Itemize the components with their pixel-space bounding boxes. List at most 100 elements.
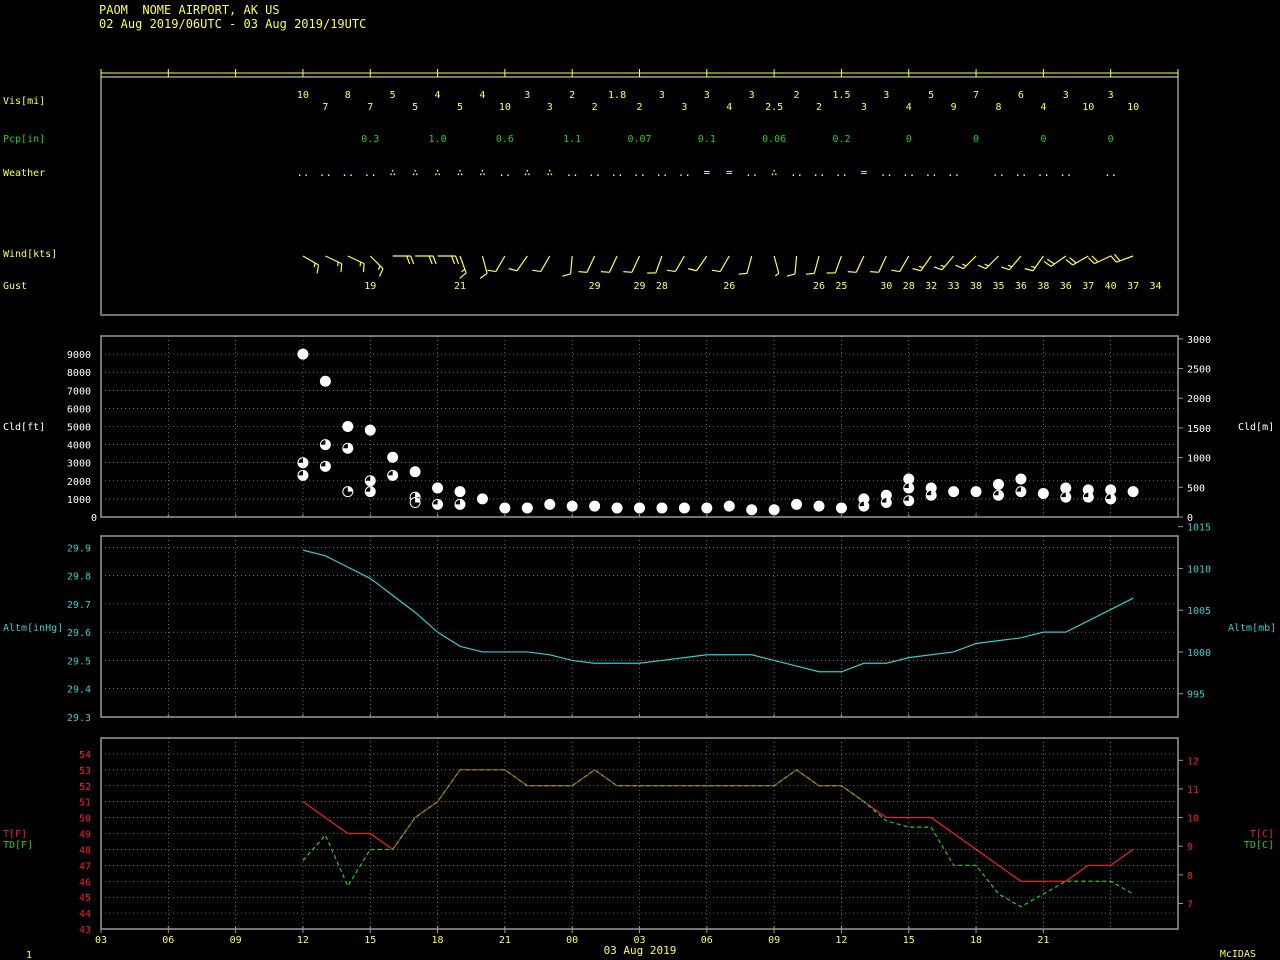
temperature-ytick-f: 52 <box>79 782 91 793</box>
vis-value: 3 <box>681 102 687 113</box>
cloud-layer-marker <box>1105 484 1117 496</box>
wind-barb-shaft <box>878 255 887 273</box>
wind-barb-flag <box>406 255 411 265</box>
altimeter-ytick-inhg: 29.6 <box>67 628 91 639</box>
temperature-ytick-f: 53 <box>79 766 91 777</box>
weather-symbol: .. <box>880 166 893 179</box>
weather-symbol: .. <box>1059 166 1072 179</box>
cloud-fill-scattered <box>415 492 421 498</box>
pcp-value: 0.2 <box>832 134 850 145</box>
vis-value: 7 <box>367 102 373 113</box>
wind-barb-shaft <box>719 255 730 272</box>
wind-barb <box>369 255 384 277</box>
vis-value: 4 <box>435 90 441 101</box>
wind-barb <box>325 255 343 273</box>
temperature-ytick-f: 50 <box>79 814 91 825</box>
gust-value: 30 <box>880 281 892 292</box>
pcp-value: 0.3 <box>361 134 379 145</box>
vis-value: 10 <box>1127 102 1139 113</box>
wind-barb-shaft <box>813 255 820 274</box>
temperature-ytick-f: 46 <box>79 877 91 888</box>
wind-barb-shaft <box>325 255 342 265</box>
weather-symbol: .. <box>902 166 915 179</box>
altimeter-ylabel-right: Altm[mb] <box>1228 623 1276 634</box>
wind-barb-shaft <box>920 255 932 272</box>
cloud-layer-marker <box>387 451 399 463</box>
pcp-value: 0.1 <box>698 134 716 145</box>
time-axis-label: 15 <box>903 935 915 946</box>
weather-symbol: .. <box>790 166 803 179</box>
cloud-ytick-m: 500 <box>1187 483 1205 494</box>
time-axis-label: 18 <box>432 935 444 946</box>
wind-barb-shaft <box>540 255 551 272</box>
vis-value: 2 <box>816 102 822 113</box>
wind-barb-flag <box>847 271 857 273</box>
vis-value: 2 <box>592 102 598 113</box>
temperature-ylabel: T[F] <box>3 829 27 840</box>
wind-barb-flag <box>432 255 437 265</box>
wind-barb-shaft <box>834 255 843 274</box>
wind-barb-shaft <box>1008 255 1022 271</box>
wind-barb-flag <box>487 269 496 273</box>
altimeter-ytick-inhg: 29.4 <box>67 685 91 696</box>
vis-value: 4 <box>726 102 732 113</box>
wind-barb <box>870 255 887 273</box>
temperature-ytick-f: 49 <box>79 830 91 841</box>
pcp-value: 0 <box>1108 134 1114 145</box>
cloud-ytick-ft: 9000 <box>67 350 91 361</box>
wind-barb-shaft <box>1094 255 1111 265</box>
weather-symbol: ∴ <box>412 166 419 179</box>
gust-row-label: Gust <box>3 281 27 292</box>
cloud-layer-marker <box>1037 487 1049 499</box>
weather-symbol: .. <box>678 166 691 179</box>
cloud-layer-marker <box>1015 473 1027 485</box>
wind-barb-shaft <box>570 255 573 274</box>
vis-value: 2 <box>636 102 642 113</box>
wind-barb-shaft <box>1032 255 1044 272</box>
wind-barb-flag <box>623 271 632 273</box>
temperature-ytick-f: 47 <box>79 861 91 872</box>
cloud-ylabel: Cld[ft] <box>3 422 45 433</box>
temperature-ytick-f: 45 <box>79 893 91 904</box>
wind-barb <box>459 255 467 279</box>
weather-symbol: .. <box>745 166 758 179</box>
vis-value: 10 <box>1082 102 1094 113</box>
vis-value: 2.5 <box>765 102 783 113</box>
vis-value: 4 <box>1040 102 1046 113</box>
weather-symbol: .. <box>296 166 309 179</box>
vis-value: 1.5 <box>832 90 850 101</box>
wind-barb-shaft <box>516 255 528 272</box>
time-axis-label: 09 <box>768 935 780 946</box>
cloud-layer-marker <box>566 500 578 512</box>
vis-value: 2 <box>569 90 575 101</box>
cloud-layer-marker <box>835 502 847 514</box>
dewpoint-ylabel-right: TD[C] <box>1244 840 1274 851</box>
temperature-ytick-f: 43 <box>79 925 91 936</box>
wind-barb <box>479 255 488 279</box>
gust-value: 38 <box>970 281 982 292</box>
wind-barb <box>302 255 320 274</box>
footer-frame-number: 1 <box>26 950 32 960</box>
wind-barb-flag <box>578 271 588 273</box>
wind-barb <box>487 255 506 273</box>
weather-symbol: .. <box>1104 166 1117 179</box>
altimeter-ytick-mb: 1015 <box>1187 523 1211 534</box>
wind-barb-shaft <box>941 255 955 271</box>
wind-barb-flag <box>774 272 780 277</box>
vis-value: 3 <box>704 90 710 101</box>
cloud-layer-marker <box>746 504 758 516</box>
cloud-ytick-m: 2000 <box>1187 394 1211 405</box>
wind-barb-flag <box>378 268 384 277</box>
weather-symbol: ∴ <box>457 166 464 179</box>
altimeter-ytick-mb: 1005 <box>1187 606 1211 617</box>
wind-barb-flag <box>1024 268 1034 272</box>
cloud-ytick-m: 1500 <box>1187 424 1211 435</box>
wind-barb <box>1065 255 1089 266</box>
altimeter-ytick-inhg: 29.9 <box>67 543 91 554</box>
cloud-layer-marker <box>409 466 421 478</box>
cloud-layer-marker <box>791 498 803 510</box>
wind-barb <box>647 255 663 274</box>
wind-barb-shaft <box>695 255 708 272</box>
gust-value: 37 <box>1082 281 1094 292</box>
wind-barb <box>805 255 820 275</box>
